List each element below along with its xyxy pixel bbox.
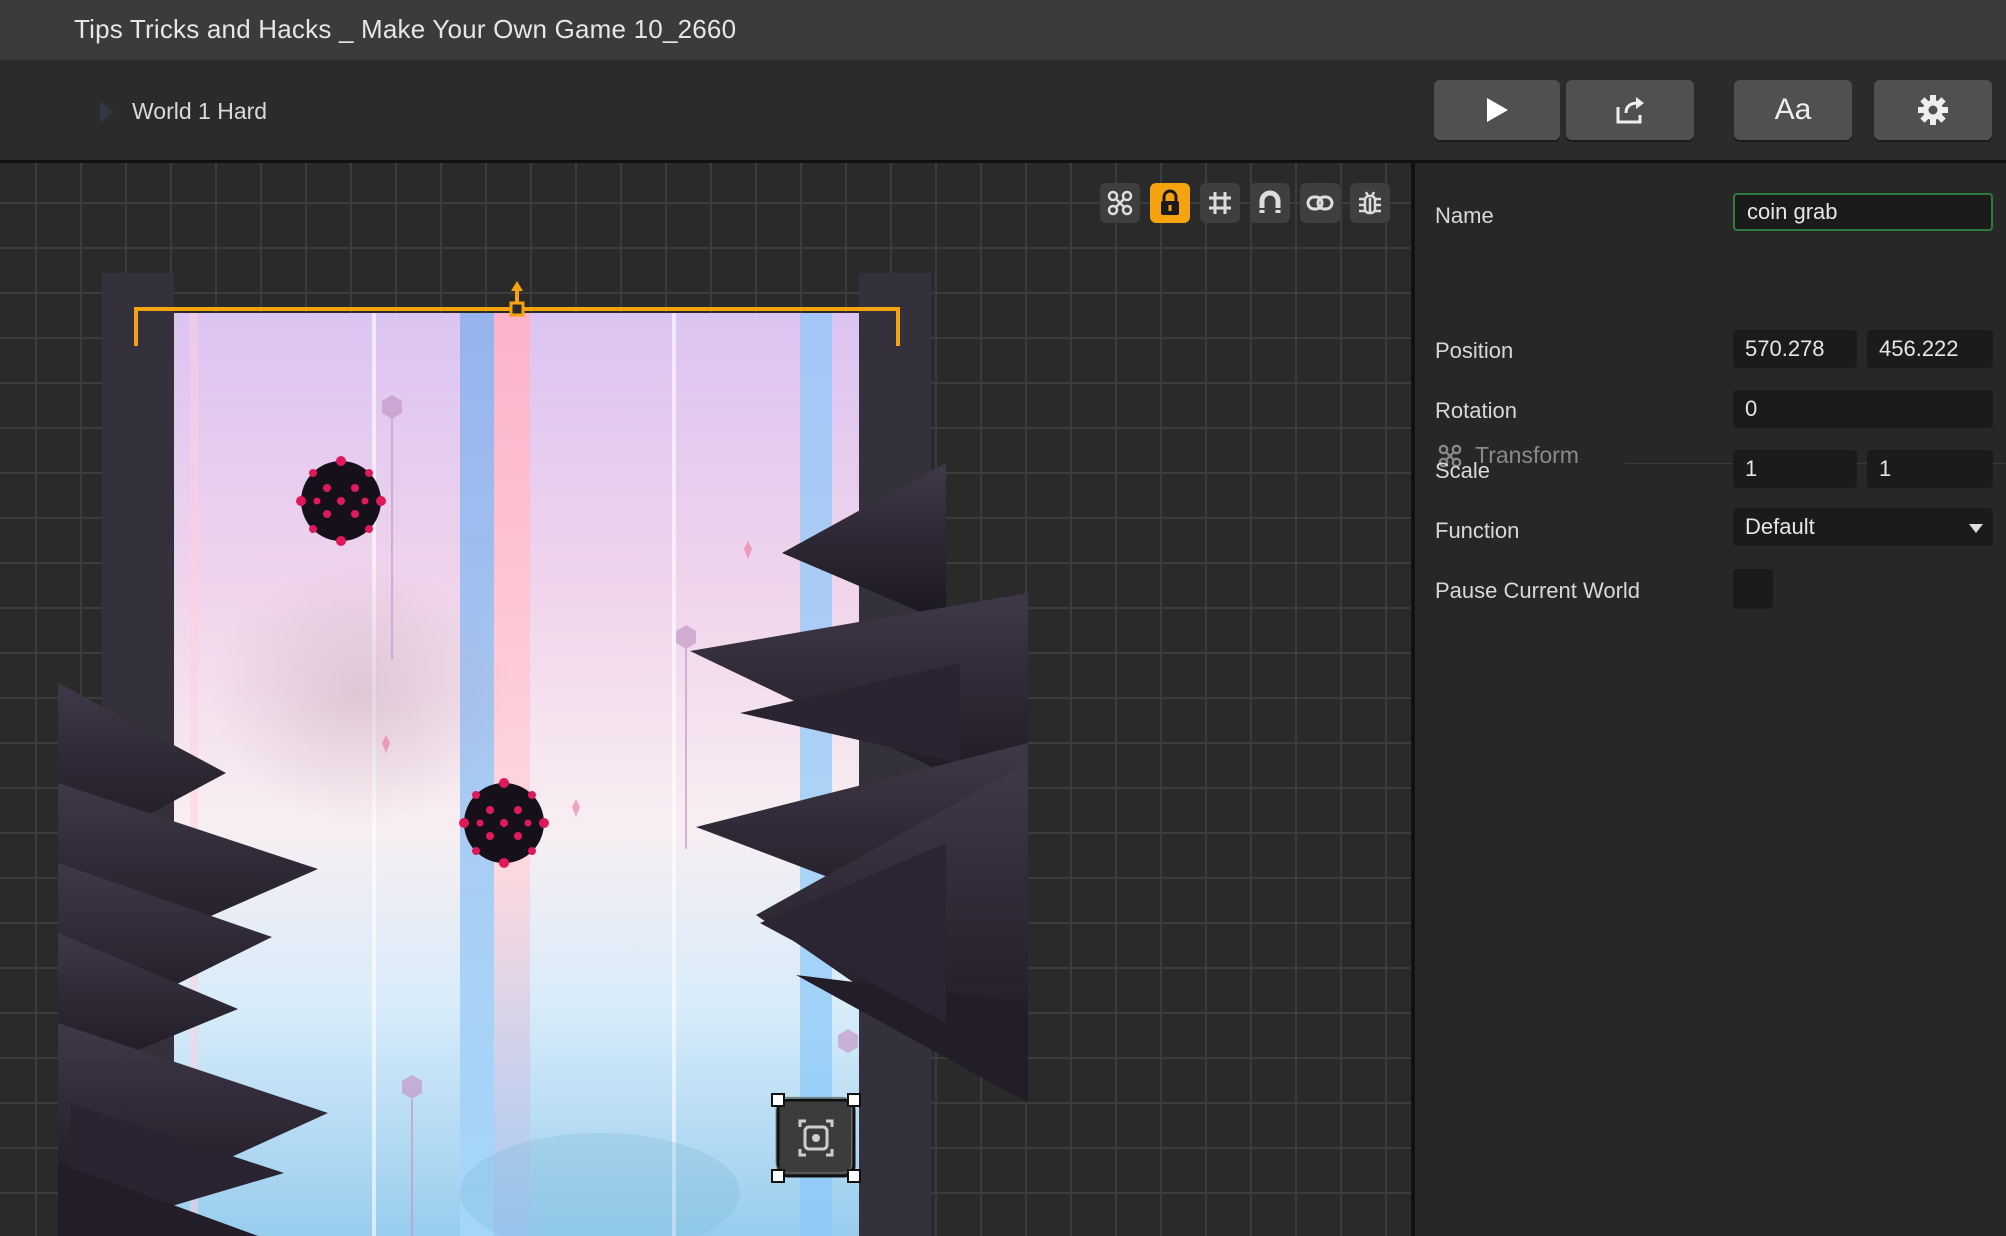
breadcrumb[interactable]: World 1 Hard	[100, 98, 267, 125]
gear-icon	[1918, 95, 1948, 125]
chevron-down-icon	[1969, 524, 1983, 533]
scene-canvas[interactable]	[0, 163, 1411, 1236]
debug-bug-icon	[1359, 191, 1381, 215]
link-button[interactable]	[1300, 183, 1340, 223]
function-label: Function	[1435, 518, 1520, 543]
trigger-object	[771, 1093, 861, 1183]
font-button[interactable]: Aa	[1734, 80, 1852, 140]
lock-button[interactable]	[1150, 183, 1190, 223]
scale-y-field[interactable]: 1	[1867, 450, 1993, 488]
name-label: Name	[1435, 203, 1494, 228]
position-y-field[interactable]: 456.222	[1867, 330, 1993, 368]
scale-x-field[interactable]: 1	[1733, 450, 1857, 488]
title-bar: Tips Tricks and Hacks _ Make Your Own Ga…	[0, 0, 2006, 61]
font-button-label: Aa	[1774, 93, 1812, 126]
snap-button[interactable]	[1250, 183, 1290, 223]
play-icon	[1487, 98, 1508, 122]
share-icon	[1616, 97, 1644, 124]
disclosure-triangle-icon[interactable]	[100, 100, 114, 123]
transform-tool-button[interactable]	[1100, 183, 1140, 223]
toolbar: World 1 Hard Aa	[0, 60, 2006, 163]
pause-current-world-checkbox[interactable]	[1733, 569, 1773, 609]
grid-icon	[1209, 192, 1231, 214]
transform-tool-icon	[1107, 190, 1133, 216]
position-label: Position	[1435, 338, 1514, 363]
inspector-panel: Name coin grab Transform Position 570.27…	[1415, 163, 2006, 1236]
magnet-icon	[1259, 190, 1281, 213]
transform-section-title: Transform	[1475, 442, 1579, 468]
link-icon	[1306, 195, 1334, 211]
grid-toggle-button[interactable]	[1200, 183, 1240, 223]
pause-current-world-label: Pause Current World	[1435, 578, 1641, 603]
rotation-label: Rotation	[1435, 398, 1517, 423]
rotation-field[interactable]: 0	[1733, 390, 1993, 428]
scale-label: Scale	[1435, 458, 1491, 483]
settings-button[interactable]	[1874, 80, 1992, 140]
lock-icon	[1161, 189, 1179, 215]
game-scene[interactable]	[0, 163, 1411, 1236]
window-title: Tips Tricks and Hacks _ Make Your Own Ga…	[74, 14, 737, 44]
canvas-tool-strip	[1100, 183, 1390, 223]
debug-button[interactable]	[1350, 183, 1390, 223]
function-dropdown-value: Default	[1745, 514, 1815, 539]
name-field[interactable]: coin grab	[1733, 193, 1993, 231]
position-x-field[interactable]: 570.278	[1733, 330, 1857, 368]
play-button[interactable]	[1434, 80, 1560, 140]
function-dropdown[interactable]: Default	[1733, 508, 1993, 546]
breadcrumb-world-label[interactable]: World 1 Hard	[132, 98, 267, 125]
share-button[interactable]	[1566, 80, 1694, 140]
